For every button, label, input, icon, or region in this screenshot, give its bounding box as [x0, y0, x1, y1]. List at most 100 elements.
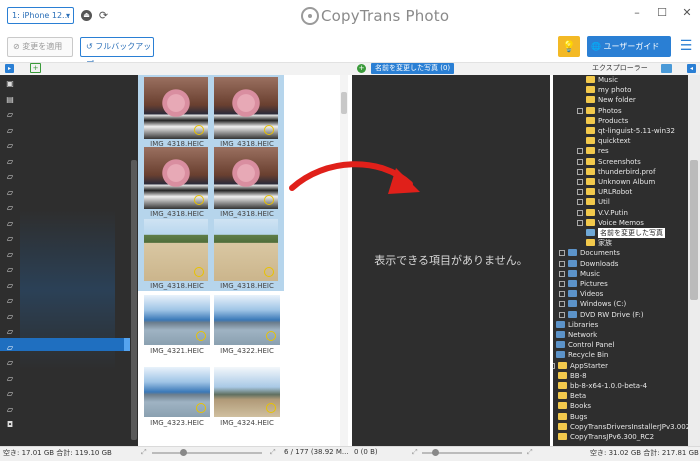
expand-toggle-icon[interactable] [577, 168, 583, 175]
explorer-tree-item[interactable]: bb-8-x64-1.0.0-beta-4 [553, 381, 688, 391]
expand-toggle-icon[interactable] [577, 107, 583, 114]
explorer-tree-item[interactable]: Books [553, 401, 688, 411]
album-icon[interactable]: ▱ [5, 157, 15, 166]
explorer-tree-item[interactable]: Photos [553, 106, 688, 116]
expand-toggle-icon[interactable] [559, 301, 565, 308]
refresh-icon[interactable]: ⟳ [97, 9, 110, 22]
photo-grid[interactable]: IMG_4318.HEIC IMG_4318.HEIC IMG_4318.HEIC I… [138, 75, 345, 446]
explorer-tree-item[interactable]: qt-linguist-5.11-win32 [553, 126, 688, 136]
album-icon[interactable]: ▱ [5, 110, 15, 119]
explorer-scrollbar-thumb[interactable] [690, 160, 698, 300]
explorer-tree-item[interactable]: New folder [553, 95, 688, 105]
collapse-right-icon[interactable]: ◂ [687, 64, 696, 73]
album-icon[interactable]: ▱ [5, 219, 15, 228]
explorer-tree-item[interactable]: Music [553, 75, 688, 85]
expand-toggle-icon[interactable] [559, 250, 565, 257]
photo-thumbnail[interactable] [144, 219, 208, 281]
album-icon[interactable]: ▱ [5, 358, 15, 367]
explorer-tree-item[interactable]: V.V.Putin [553, 208, 688, 218]
explorer-tree-item[interactable]: Network [553, 330, 688, 340]
explorer-tree-item[interactable]: Videos [553, 289, 688, 299]
explorer-tree-item[interactable]: Documents [553, 248, 688, 258]
collapse-left-icon[interactable]: ▸ [5, 64, 14, 73]
explorer-tree-item[interactable]: CopyTransJPv6.300_RC2 [553, 432, 688, 442]
expand-toggle-icon[interactable] [553, 362, 555, 369]
photo-scrollbar-thumb[interactable] [341, 92, 347, 114]
album-icon[interactable]: ▱ [5, 343, 15, 352]
explorer-tree-item[interactable]: Util [553, 197, 688, 207]
full-backup-button[interactable]: ↺ フルバックアップ [80, 37, 154, 69]
explorer-tree-item[interactable]: Voice Memos [553, 218, 688, 228]
expand-toggle-icon[interactable] [559, 270, 565, 277]
album-icon[interactable]: ▱ [5, 281, 15, 290]
maximize-icon[interactable]: ☐ [655, 6, 669, 20]
add-icon[interactable]: + [357, 64, 366, 73]
new-folder-icon[interactable] [661, 64, 672, 73]
explorer-tree-item[interactable]: quicktext [553, 136, 688, 146]
explorer-tree-item[interactable]: BB-8 [553, 371, 688, 381]
explorer-tree-item[interactable]: Pictures [553, 279, 688, 289]
close-icon[interactable]: ✕ [680, 6, 694, 20]
explorer-tree-item[interactable]: Control Panel [553, 340, 688, 350]
explorer-tree-item[interactable]: 家族 [553, 238, 688, 248]
lightbulb-icon[interactable]: 💡 [558, 36, 580, 57]
album-icon[interactable]: ▱ [5, 172, 15, 181]
explorer-tree-item[interactable]: res [553, 146, 688, 156]
explorer-tree-item[interactable]: DVD RW Drive (F:) [553, 310, 688, 320]
photo-thumbnail[interactable] [214, 367, 280, 417]
photo-thumbnail[interactable] [144, 77, 208, 139]
album-icon[interactable]: ▱ [5, 141, 15, 150]
minimize-icon[interactable]: – [630, 6, 644, 20]
explorer-tree-item[interactable]: my photo [553, 85, 688, 95]
photo-thumbnail[interactable] [214, 147, 278, 209]
explorer-tree-item[interactable]: CopyTransDriversInstallerJPv3.002 [553, 422, 688, 432]
photo-thumbnail[interactable] [214, 219, 278, 281]
explorer-tree[interactable]: Music my photo New folder Photos Products qt-… [553, 75, 688, 446]
expand-toggle-icon[interactable] [559, 291, 565, 298]
photo-size-slider-knob[interactable] [180, 449, 187, 456]
zoom-out-icon[interactable]: ⤢ [141, 448, 147, 457]
user-guide-button[interactable]: 🌐 ユーザーガイド [587, 36, 671, 57]
explorer-tree-item[interactable]: Downloads [553, 259, 688, 269]
album-scrollbar-thumb[interactable] [131, 160, 137, 440]
expand-toggle-icon[interactable] [577, 158, 583, 165]
photo-thumbnail[interactable] [144, 295, 210, 345]
explorer-tree-item[interactable]: Libraries [553, 320, 688, 330]
album-icon[interactable]: ▱ [5, 188, 15, 197]
renamed-photos-tab[interactable]: 名前を変更した写真 (0) [371, 63, 455, 74]
explorer-tree-item[interactable]: Recycle Bin [553, 350, 688, 360]
explorer-tree-item[interactable]: Beta [553, 391, 688, 401]
explorer-tree-item[interactable]: 名前を変更した写真 [553, 228, 688, 238]
album-icon[interactable]: ▱ [5, 405, 15, 414]
zoom-in-icon[interactable]: ⤢ [270, 448, 276, 457]
explorer-tree-item[interactable]: Screenshots [553, 157, 688, 167]
eject-icon[interactable]: ⏏ [81, 10, 92, 21]
album-icon[interactable]: ▱ [5, 250, 15, 259]
album-icon[interactable]: ▱ [5, 126, 15, 135]
expand-toggle-icon[interactable] [559, 281, 565, 287]
center-zoom-out-icon[interactable]: ⤢ [412, 448, 418, 457]
explorer-tree-item[interactable]: Music [553, 269, 688, 279]
expand-toggle-icon[interactable] [577, 189, 583, 196]
expand-toggle-icon[interactable] [577, 179, 583, 185]
album-selected-row[interactable] [0, 338, 130, 351]
expand-toggle-icon[interactable] [577, 148, 583, 155]
add-album-icon[interactable]: + [30, 63, 41, 73]
device-selector[interactable]: 1: iPhone 12... ▾ [7, 7, 74, 24]
album-icon[interactable]: ▱ [5, 265, 15, 274]
album-icon[interactable]: ▱ [5, 389, 15, 398]
explorer-tree-item[interactable]: Bugs [553, 412, 688, 422]
apply-changes-button[interactable]: ⊘ 変更を適用 [7, 37, 73, 57]
photo-thumbnail[interactable] [214, 295, 280, 345]
explorer-tree-item[interactable]: Products [553, 116, 688, 126]
expand-toggle-icon[interactable] [577, 219, 583, 226]
album-icon[interactable]: ▱ [5, 234, 15, 243]
camera-icon[interactable]: ◘ [5, 420, 15, 429]
album-icon[interactable]: ▱ [5, 203, 15, 212]
camera-roll-icon[interactable]: ▤ [5, 95, 15, 104]
photo-size-slider[interactable] [152, 452, 262, 454]
explorer-tree-item[interactable]: AppStarter [553, 361, 688, 371]
album-icon[interactable]: ▱ [5, 327, 15, 336]
expand-toggle-icon[interactable] [577, 209, 583, 216]
photo-scrollbar[interactable] [340, 75, 348, 446]
